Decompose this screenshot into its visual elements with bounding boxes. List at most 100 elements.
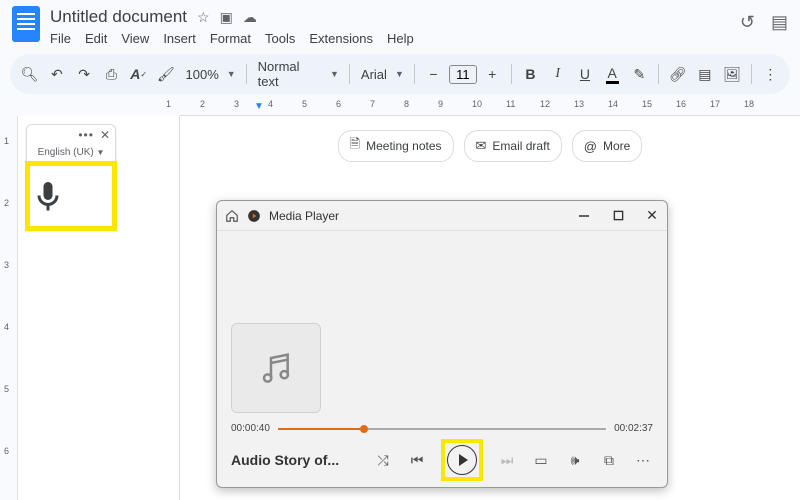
print-icon[interactable]: ⎙ [100,62,123,86]
ruler-tick: 12 [540,99,550,109]
indent-marker-icon[interactable]: ▼ [254,101,264,112]
voice-more-icon[interactable]: ••• [78,128,94,142]
horizontal-ruler[interactable]: ▼ 123456789101112131415161718 [180,98,800,116]
comment-icon[interactable]: ▤ [771,12,788,33]
miniplayer-icon[interactable]: ⧉ [599,450,619,470]
menu-format[interactable]: Format [210,31,251,46]
album-art-placeholder [231,323,321,413]
menu-edit[interactable]: Edit [85,31,107,46]
menu-help[interactable]: Help [387,31,414,46]
ruler-tick: 6 [4,446,9,456]
seek-knob[interactable] [360,425,368,433]
ruler-tick: 3 [234,99,239,109]
music-note-icon [256,348,296,388]
ruler-tick: 18 [744,99,754,109]
ruler-tick: 4 [4,322,9,332]
font-size-increase[interactable]: + [481,62,504,86]
insert-image-icon[interactable]: 🖼︎ [721,62,744,86]
ruler-tick: 7 [370,99,375,109]
paint-format-icon[interactable]: 🖌︎ [154,62,177,86]
toolbar: 🔍︎ ↶ ↷ ⎙ A✓ 🖌︎ 100% ▼ Normal text ▼ Aria… [10,54,790,94]
ruler-tick: 1 [166,99,171,109]
ruler-tick: 14 [608,99,618,109]
zoom-select[interactable]: 100% [182,67,223,82]
close-icon[interactable]: ✕ [100,128,110,142]
redo-icon[interactable]: ↷ [73,62,96,86]
cloud-status-icon[interactable]: ☁ [243,9,257,26]
docs-app-icon[interactable] [12,6,40,42]
play-button[interactable] [447,445,477,475]
home-icon[interactable] [225,209,239,223]
chevron-down-icon[interactable]: ▼ [395,69,407,79]
history-icon[interactable]: ↺ [740,12,755,33]
play-highlight-frame [441,439,483,481]
elapsed-time: 00:00:40 [231,423,270,434]
menu-file[interactable]: File [50,31,71,46]
font-size-decrease[interactable]: − [422,62,445,86]
ruler-tick: 2 [4,198,9,208]
paragraph-style-select[interactable]: Normal text [254,59,326,89]
chevron-down-icon[interactable]: ▼ [227,69,239,79]
ruler-tick: 13 [574,99,584,109]
ruler-tick: 11 [506,99,515,109]
star-icon[interactable]: ☆ [197,9,210,26]
play-icon [459,454,468,466]
previous-track-icon[interactable]: ⏮ [407,450,427,470]
more-options-icon[interactable]: ⋯ [633,450,653,470]
total-time: 00:02:37 [614,423,653,434]
window-titlebar[interactable]: Media Player ✕ [217,201,667,231]
ruler-tick: 16 [676,99,686,109]
menu-view[interactable]: View [121,31,149,46]
microphone-icon[interactable] [30,176,66,218]
shuffle-icon[interactable]: ⤮ [373,450,393,470]
mic-highlight-frame [25,161,117,231]
ruler-tick: 5 [302,99,307,109]
menu-bar: File Edit View Insert Format Tools Exten… [50,31,740,46]
document-title[interactable]: Untitled document [50,7,187,27]
email-icon: ✉ [476,138,487,154]
vertical-ruler[interactable]: 1 2 3 4 5 6 [0,116,18,500]
at-icon: @ [584,139,597,154]
next-track-icon[interactable]: ⏭ [497,450,517,470]
move-folder-icon[interactable]: ▣ [220,9,233,26]
search-icon[interactable]: 🔍︎ [18,62,41,86]
menu-extensions[interactable]: Extensions [309,31,373,46]
font-select[interactable]: Arial [357,67,391,82]
ruler-tick: 10 [472,99,482,109]
player-logo-icon [247,209,261,223]
maximize-icon[interactable] [611,209,625,223]
ruler-tick: 2 [200,99,205,109]
close-icon[interactable]: ✕ [645,209,659,223]
volume-icon[interactable]: 🕪 [565,450,585,470]
chip-more[interactable]: @More [572,130,643,162]
seek-bar[interactable] [278,428,606,430]
chip-meeting-notes[interactable]: 🗎Meeting notes [338,130,454,162]
window-title: Media Player [269,209,339,223]
spellcheck-icon[interactable]: A✓ [127,62,150,86]
ruler-tick: 1 [4,136,9,146]
minimize-icon[interactable] [577,209,591,223]
more-toolbar-icon[interactable]: ⋮ [759,62,782,86]
insert-comment-icon[interactable]: ▤ [693,62,716,86]
media-player-window[interactable]: Media Player ✕ 00:00:40 00:02:37 Audio S… [216,200,668,488]
menu-insert[interactable]: Insert [163,31,196,46]
ruler-tick: 3 [4,260,9,270]
text-color-button[interactable]: A [601,62,624,86]
voice-typing-panel: ••• ✕ English (UK) ▼ [26,124,116,230]
underline-button[interactable]: U [573,62,596,86]
insert-link-icon[interactable]: 🔗︎ [666,62,689,86]
ruler-tick: 5 [4,384,9,394]
ruler-tick: 15 [642,99,652,109]
track-title: Audio Story of... [231,452,359,468]
highlight-button[interactable]: ✎ [628,62,651,86]
font-size-input[interactable]: 11 [449,65,477,84]
menu-tools[interactable]: Tools [265,31,295,46]
italic-button[interactable]: I [546,62,569,86]
undo-icon[interactable]: ↶ [45,62,68,86]
ruler-tick: 9 [438,99,443,109]
chip-email-draft[interactable]: ✉Email draft [464,130,562,162]
chevron-down-icon[interactable]: ▼ [330,69,342,79]
ruler-tick: 4 [268,99,273,109]
subtitles-icon[interactable]: ▭ [531,450,551,470]
bold-button[interactable]: B [519,62,542,86]
